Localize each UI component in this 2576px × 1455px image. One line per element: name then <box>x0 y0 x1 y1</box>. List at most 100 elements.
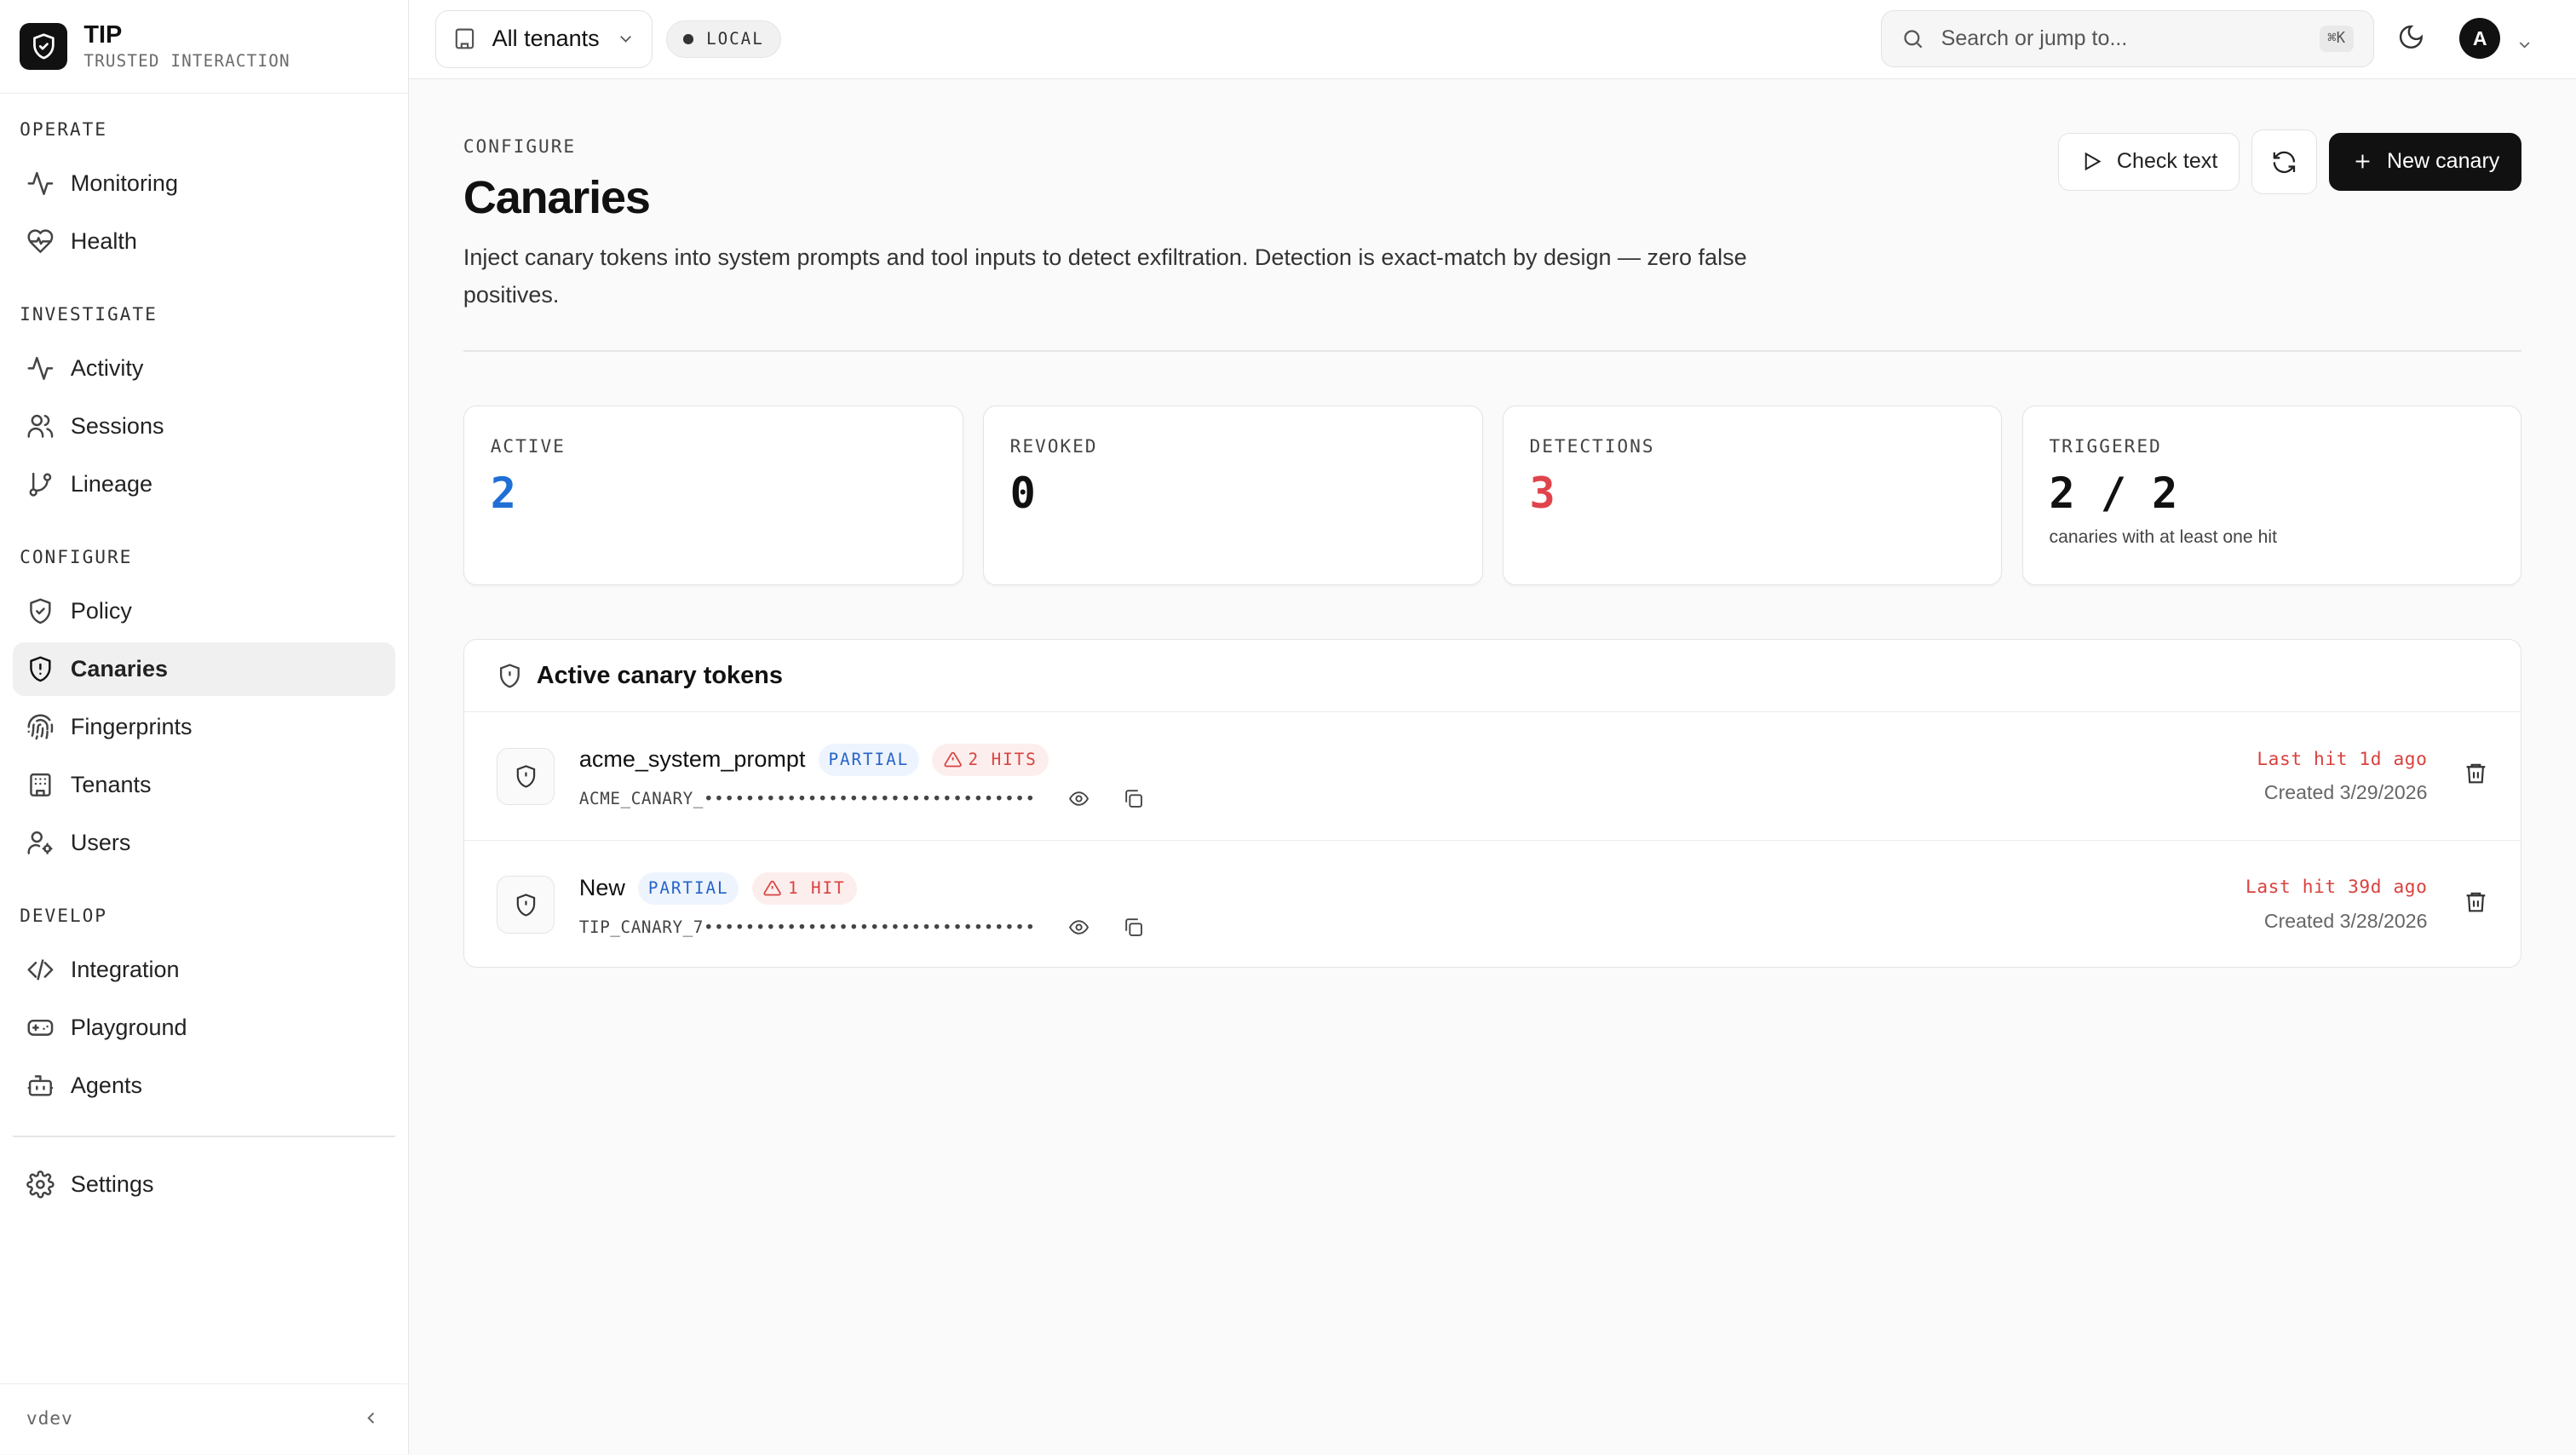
sidebar-item-lineage[interactable]: Lineage <box>13 457 394 511</box>
sidebar-item-label: Tenants <box>70 771 152 797</box>
stat-label: REVOKED <box>1009 436 1098 458</box>
alert-triangle-icon <box>944 752 962 768</box>
sidebar-item-policy[interactable]: Policy <box>13 584 394 638</box>
eye-icon <box>1069 919 1090 935</box>
sidebar-item-integration[interactable]: Integration <box>13 943 394 998</box>
sidebar-item-users[interactable]: Users <box>13 816 394 871</box>
token-row[interactable]: New PARTIAL 1 HIT TIP_CANARY_7••••••••••… <box>463 840 2521 966</box>
hits-count: 2 HITS <box>968 750 1038 770</box>
token-row[interactable]: acme_system_prompt PARTIAL 2 HITS ACME_C… <box>464 712 2521 840</box>
created-date: Created 3/29/2026 <box>2263 781 2428 803</box>
version-label: vdev <box>26 1408 73 1430</box>
brand[interactable]: TIP TRUSTED INTERACTION <box>0 0 409 94</box>
account-menu-button[interactable] <box>2516 30 2533 60</box>
sidebar-item-label: Policy <box>70 597 132 624</box>
theme-toggle-button[interactable] <box>2397 23 2425 58</box>
stat-value-detections: 3 <box>1529 467 1555 518</box>
sidebar-item-label: Settings <box>70 1170 154 1197</box>
sidebar-item-fingerprints[interactable]: Fingerprints <box>13 700 394 755</box>
reveal-token-button[interactable] <box>1068 917 1090 938</box>
token-value: TIP_CANARY_7••••••••••••••••••••••••••••… <box>578 917 1036 937</box>
delete-token-button[interactable] <box>2464 889 2488 921</box>
sidebar-item-label: Agents <box>70 1073 142 1099</box>
avatar[interactable]: A <box>2459 18 2501 60</box>
stat-value-active: 2 <box>490 467 516 518</box>
sidebar-item-label: Fingerprints <box>70 713 193 739</box>
search-input[interactable]: Search or jump to... ⌘K <box>1881 9 2374 68</box>
stat-card-triggered: TRIGGERED 2 / 2 canaries with at least o… <box>2021 405 2522 585</box>
check-text-button[interactable]: Check text <box>2058 133 2240 191</box>
hits-badge: 1 HIT <box>751 871 858 906</box>
chevron-left-icon <box>367 1412 375 1423</box>
tenant-select[interactable]: All tenants <box>435 10 653 68</box>
sidebar-item-playground[interactable]: Playground <box>13 1001 394 1055</box>
building-icon <box>456 28 474 49</box>
heart-pulse-icon <box>27 229 54 253</box>
stat-label: TRIGGERED <box>2049 436 2162 458</box>
page-actions: Check text New canary <box>2058 129 2522 194</box>
stat-card-revoked: REVOKED 0 <box>982 405 1483 585</box>
bot-icon <box>27 1075 54 1096</box>
sidebar-item-label: Integration <box>70 957 180 983</box>
play-icon <box>2085 152 2102 171</box>
copy-token-button[interactable] <box>1123 788 1144 809</box>
gear-icon <box>26 1170 55 1199</box>
sidebar-item-label: Playground <box>70 1015 187 1041</box>
last-hit: Last hit 39d ago <box>2245 877 2428 899</box>
sidebar-item-canaries[interactable]: Canaries <box>13 641 395 697</box>
topbar: All tenants LOCAL Search or jump to... ⌘… <box>409 0 2576 79</box>
building-icon <box>30 773 51 797</box>
brand-name: TIP <box>83 20 123 49</box>
nav-heading-investigate: INVESTIGATE <box>20 303 158 325</box>
sidebar-item-activity[interactable]: Activity <box>13 341 394 395</box>
gamepad-icon <box>27 1020 54 1037</box>
copy-token-button[interactable] <box>1123 917 1144 938</box>
sidebar-item-health[interactable]: Health <box>13 214 394 268</box>
token-name: New <box>578 875 625 901</box>
environment-label: LOCAL <box>706 29 764 49</box>
sidebar-item-label: Sessions <box>70 412 164 439</box>
token-name: acme_system_prompt <box>578 746 806 773</box>
active-tokens-panel: Active canary tokens acme_system_prompt … <box>463 639 2522 968</box>
sidebar-item-tenants[interactable]: Tenants <box>13 758 394 813</box>
header-divider <box>463 349 2522 352</box>
refresh-button[interactable] <box>2251 129 2318 194</box>
sidebar-item-monitoring[interactable]: Monitoring <box>13 156 394 210</box>
shield-alert-icon <box>516 893 535 917</box>
nav-heading-configure: CONFIGURE <box>20 547 133 569</box>
nav-heading-develop: DEVELOP <box>20 906 107 928</box>
stat-card-detections: DETECTIONS 3 <box>1502 405 2003 585</box>
panel-header: Active canary tokens <box>463 640 2521 713</box>
sidebar-item-label: Users <box>70 830 131 855</box>
sidebar-item-label: Activity <box>70 354 144 381</box>
reveal-token-button[interactable] <box>1068 788 1090 809</box>
new-canary-button[interactable]: New canary <box>2328 133 2522 191</box>
eye-icon <box>1069 791 1090 806</box>
shield-alert-icon <box>30 656 51 682</box>
refresh-icon <box>2273 151 2296 173</box>
last-hit: Last hit 1d ago <box>2257 748 2428 770</box>
search-placeholder: Search or jump to... <box>1941 26 2128 50</box>
stat-card-active: ACTIVE 2 <box>463 405 963 585</box>
sidebar-divider <box>13 1136 395 1138</box>
shield-logo-icon <box>20 22 68 71</box>
sidebar-item-agents[interactable]: Agents <box>13 1059 394 1113</box>
sidebar-item-sessions[interactable]: Sessions <box>13 399 394 453</box>
nav-heading-operate: OPERATE <box>20 118 107 141</box>
activity-icon <box>27 356 54 380</box>
token-icon <box>497 747 555 805</box>
new-canary-label: New canary <box>2387 149 2500 174</box>
match-badge: PARTIAL <box>818 743 919 777</box>
collapse-sidebar-button[interactable] <box>361 1404 381 1435</box>
sidebar-item-label: Lineage <box>70 470 153 497</box>
sidebar-item-label: Monitoring <box>70 170 178 196</box>
sidebar-item-settings[interactable]: Settings <box>13 1158 394 1212</box>
check-text-label: Check text <box>2116 149 2218 174</box>
match-badge: PARTIAL <box>638 871 739 906</box>
delete-token-button[interactable] <box>2464 761 2488 792</box>
copy-icon <box>1125 917 1142 936</box>
code-icon <box>27 959 54 981</box>
chevron-down-icon <box>620 36 631 43</box>
stat-label: ACTIVE <box>490 436 566 458</box>
sidebar-item-label: Health <box>70 227 137 254</box>
